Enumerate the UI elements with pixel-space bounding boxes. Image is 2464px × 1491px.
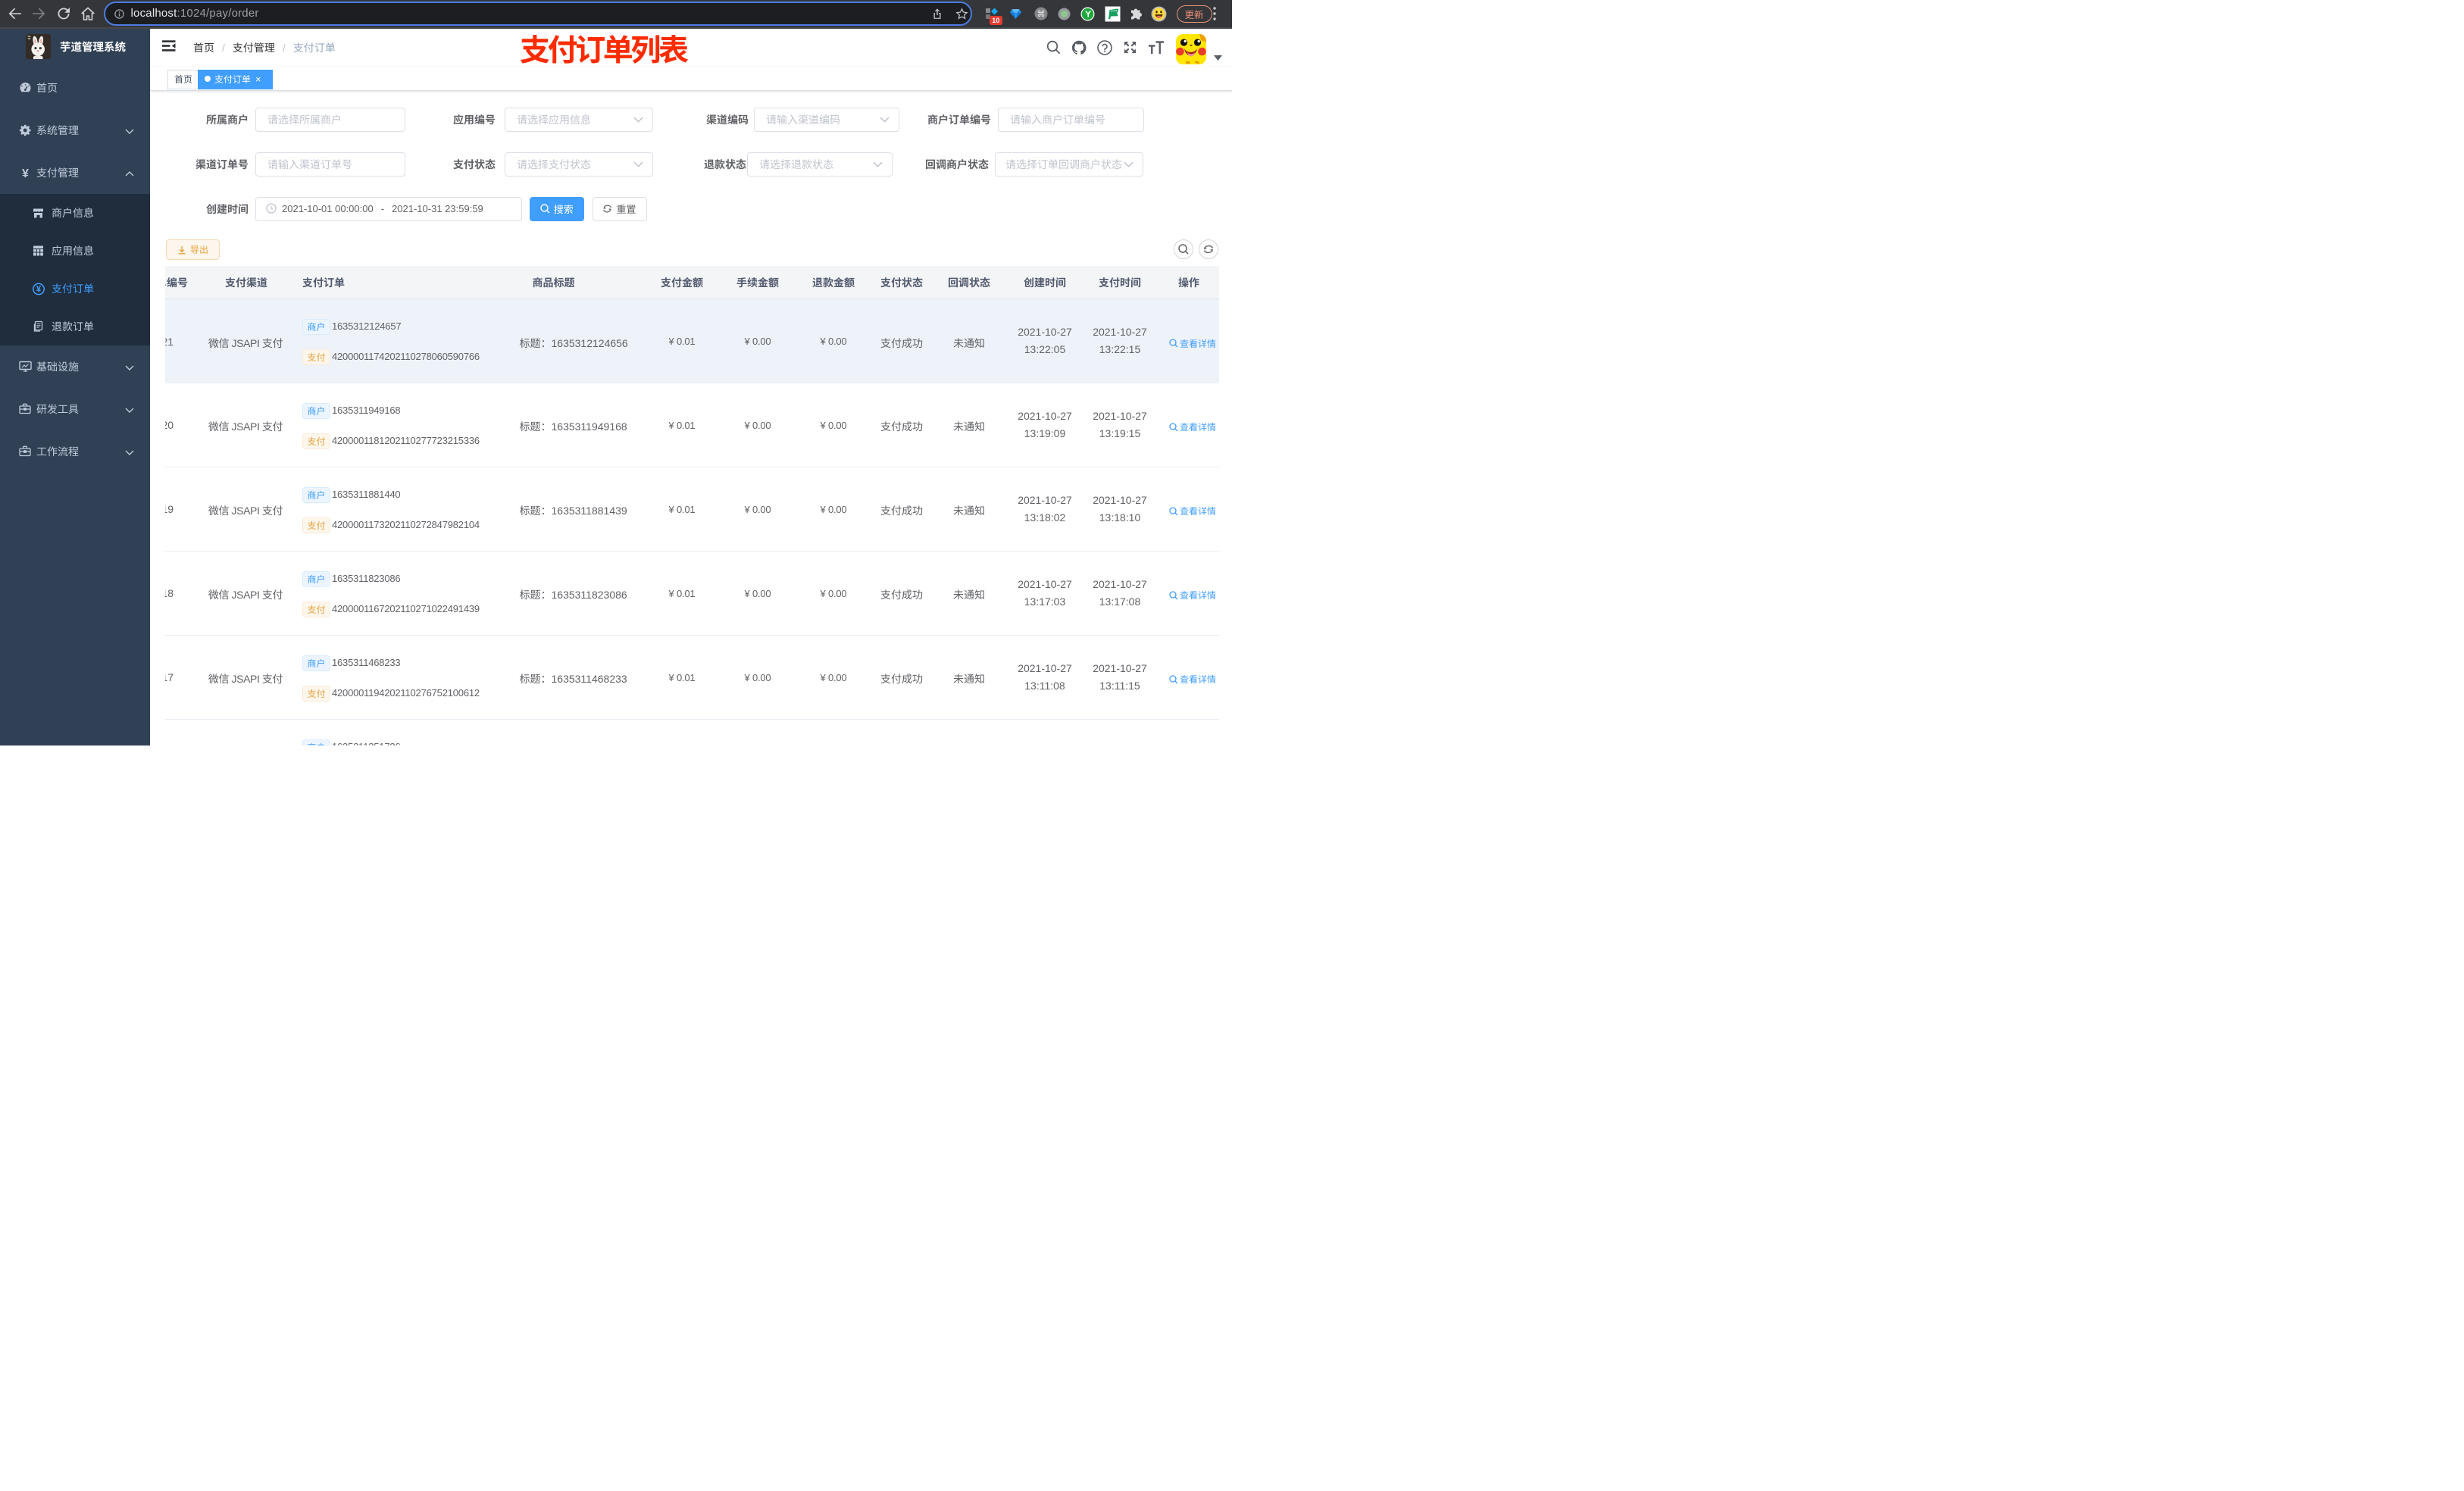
svg-text:⌘: ⌘	[1037, 10, 1046, 19]
svg-text:¥: ¥	[36, 285, 42, 294]
svg-text:¥: ¥	[22, 167, 29, 180]
